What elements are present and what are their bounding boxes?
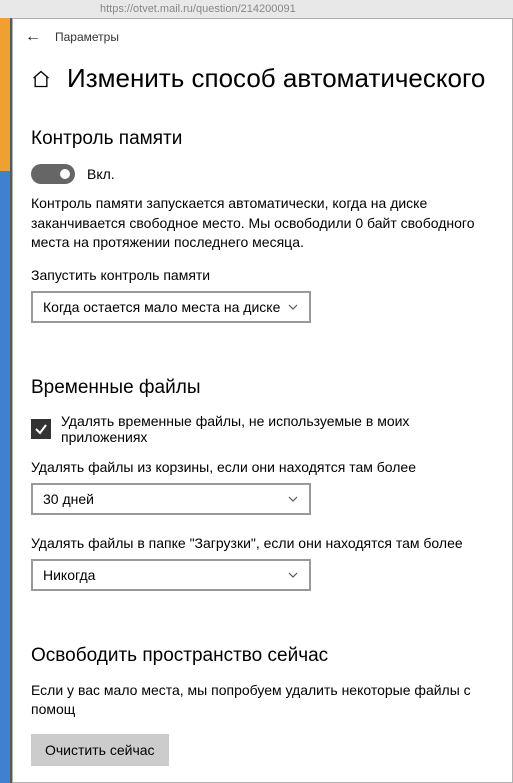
chevron-down-icon: [287, 301, 299, 313]
storage-sense-description: Контроль памяти запускается автоматическ…: [31, 194, 494, 253]
run-storage-sense-dropdown[interactable]: Когда остается мало места на диске: [31, 291, 311, 323]
run-storage-sense-label: Запустить контроль памяти: [31, 267, 494, 283]
downloads-dropdown[interactable]: Никогда: [31, 559, 311, 591]
recycle-bin-dropdown[interactable]: 30 дней: [31, 483, 311, 515]
page-title: Изменить способ автоматического: [67, 63, 485, 94]
toggle-knob: [60, 169, 70, 179]
window-title: Параметры: [55, 30, 119, 44]
section-storage-sense-title: Контроль памяти: [31, 128, 494, 150]
storage-sense-toggle[interactable]: [31, 164, 75, 184]
dropdown-value: Когда остается мало места на диске: [43, 299, 280, 315]
home-icon[interactable]: [31, 69, 51, 89]
section-free-space-title: Освободить пространство сейчас: [31, 645, 494, 667]
delete-temp-files-row: Удалять временные файлы, не используемые…: [31, 413, 494, 445]
chevron-down-icon: [287, 493, 299, 505]
free-space-description: Если у вас мало места, мы попробуем удал…: [31, 681, 494, 720]
toggle-state-label: Вкл.: [87, 166, 115, 182]
page-title-row: Изменить способ автоматического: [31, 63, 494, 94]
content-area: Изменить способ автоматического Контроль…: [13, 63, 512, 783]
downloads-label: Удалять файлы в папке "Загрузки", если о…: [31, 535, 494, 551]
browser-url-fragment: https://otvet.mail.ru/question/214200091: [0, 0, 513, 18]
background-strip: [0, 18, 10, 783]
window-header: ← Параметры: [13, 19, 512, 55]
recycle-bin-label: Удалять файлы из корзины, если они наход…: [31, 459, 494, 475]
section-temp-files-title: Временные файлы: [31, 377, 494, 399]
chevron-down-icon: [287, 569, 299, 581]
settings-window: ← Параметры Изменить способ автоматическ…: [12, 18, 513, 783]
storage-sense-toggle-row: Вкл.: [31, 164, 494, 184]
back-icon[interactable]: ←: [25, 29, 41, 45]
dropdown-value: 30 дней: [43, 491, 94, 507]
clean-now-button[interactable]: Очистить сейчас: [31, 734, 169, 766]
delete-temp-files-checkbox[interactable]: [31, 419, 51, 439]
dropdown-value: Никогда: [43, 567, 95, 583]
delete-temp-files-label: Удалять временные файлы, не используемые…: [61, 413, 494, 445]
